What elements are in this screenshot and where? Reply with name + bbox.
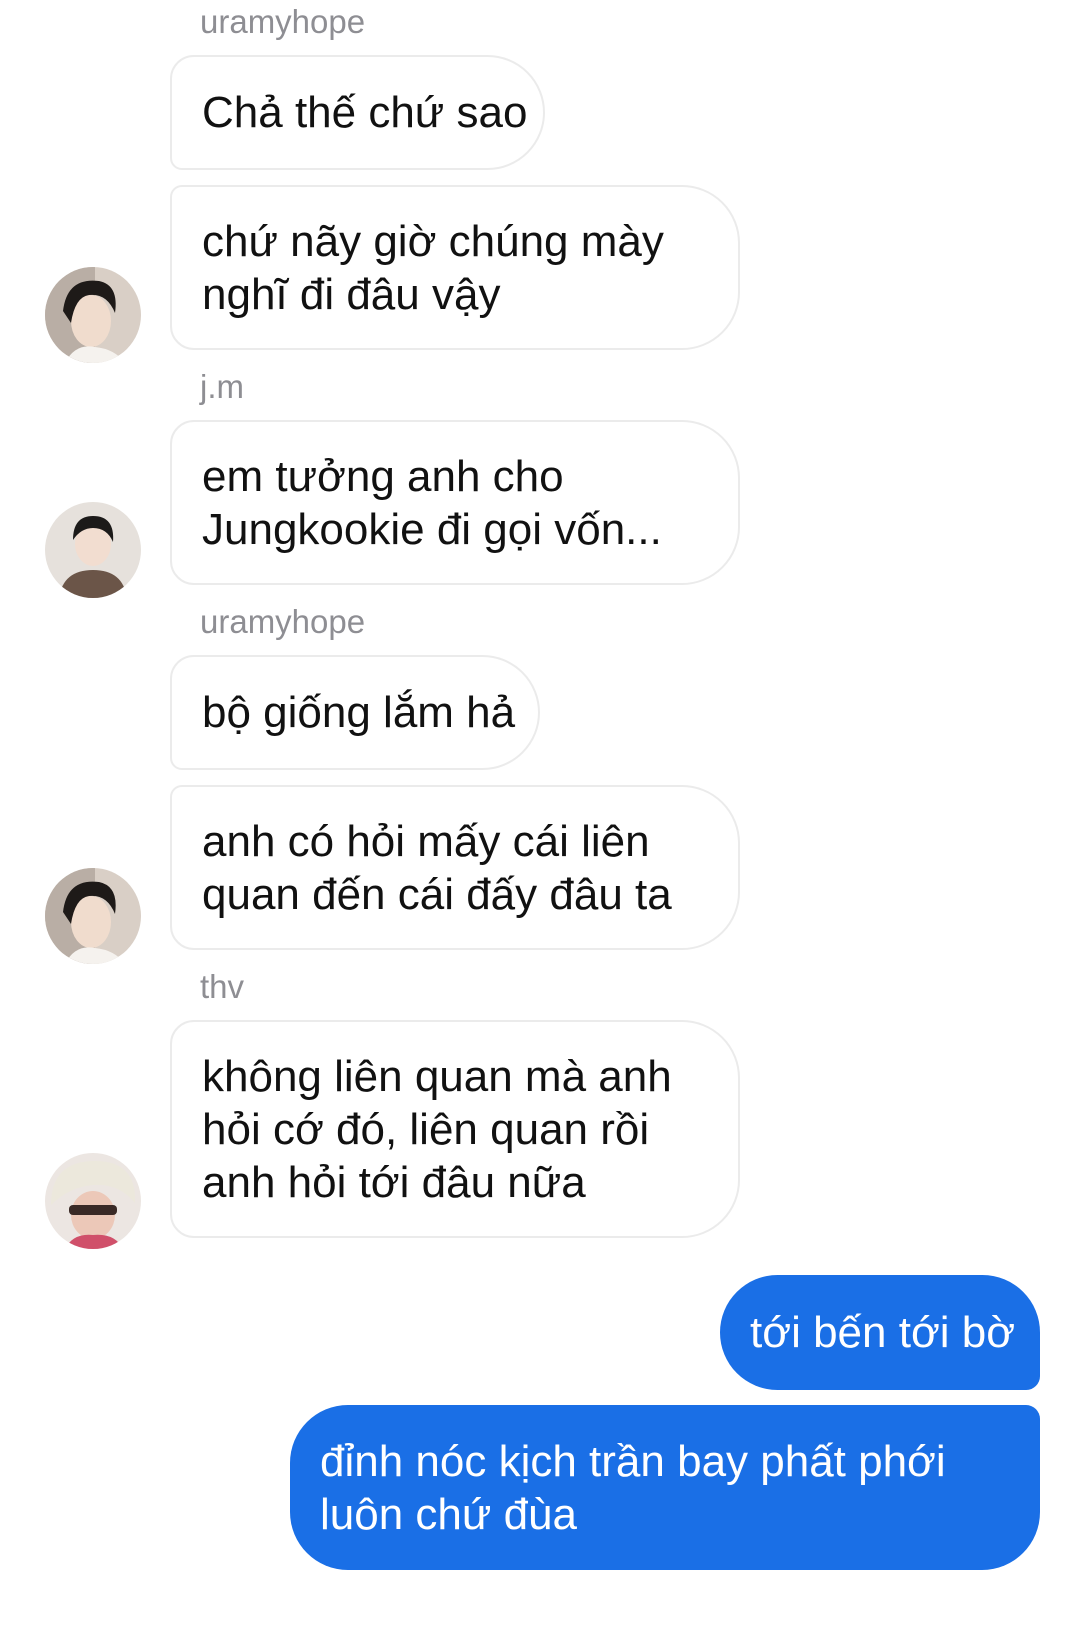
avatar-photo-icon bbox=[45, 502, 141, 598]
message-text: em tưởng anh cho bbox=[202, 451, 564, 501]
avatar-photo-icon bbox=[45, 1153, 141, 1249]
message-text: luôn chứ đùa bbox=[320, 1489, 577, 1539]
avatar-photo-icon bbox=[45, 267, 141, 363]
avatar-uramyhope[interactable] bbox=[45, 267, 141, 363]
sender-name: thv bbox=[200, 968, 245, 1005]
sender-name: uramyhope bbox=[200, 603, 366, 640]
message-bubble[interactable]: anh có hỏi mấy cái liên quan đến cái đấy… bbox=[170, 785, 740, 950]
avatar-photo-icon bbox=[45, 868, 141, 964]
message-text: không liên quan mà anh bbox=[202, 1051, 672, 1101]
avatar-thv[interactable] bbox=[45, 1153, 141, 1249]
message-text: đỉnh nóc kịch trần bay phất phới bbox=[320, 1436, 946, 1486]
message-text: Chả thế chứ sao bbox=[202, 88, 528, 137]
message-text: anh có hỏi mấy cái liên bbox=[202, 816, 650, 866]
avatar-jm[interactable] bbox=[45, 502, 141, 598]
message-bubble[interactable]: chứ nãy giờ chúng mày nghĩ đi đâu vậy bbox=[170, 185, 740, 350]
message-text: quan đến cái đấy đâu ta bbox=[202, 869, 672, 919]
message-text: bộ giống lắm hả bbox=[202, 688, 516, 737]
message-text: Jungkookie đi gọi vốn... bbox=[202, 504, 662, 554]
avatar-uramyhope[interactable] bbox=[45, 868, 141, 964]
message-bubble[interactable]: bộ giống lắm hả bbox=[170, 655, 540, 770]
message-bubble[interactable]: em tưởng anh cho Jungkookie đi gọi vốn..… bbox=[170, 420, 740, 585]
message-bubble[interactable]: không liên quan mà anh hỏi cớ đó, liên q… bbox=[170, 1020, 740, 1238]
message-text: hỏi cớ đó, liên quan rồi bbox=[202, 1104, 650, 1154]
message-text: tới bến tới bờ bbox=[750, 1308, 1016, 1357]
outgoing-message-bubble[interactable]: tới bến tới bờ bbox=[720, 1275, 1040, 1390]
message-bubble[interactable]: Chả thế chứ sao bbox=[170, 55, 545, 170]
message-text: chứ nãy giờ chúng mày bbox=[202, 216, 664, 266]
outgoing-message-bubble[interactable]: đỉnh nóc kịch trần bay phất phới luôn ch… bbox=[290, 1405, 1040, 1570]
sender-name: j.m bbox=[200, 368, 244, 405]
sender-name: uramyhope bbox=[200, 3, 366, 40]
message-text: anh hỏi tới đâu nữa bbox=[202, 1157, 586, 1207]
message-text: nghĩ đi đâu vậy bbox=[202, 269, 501, 319]
